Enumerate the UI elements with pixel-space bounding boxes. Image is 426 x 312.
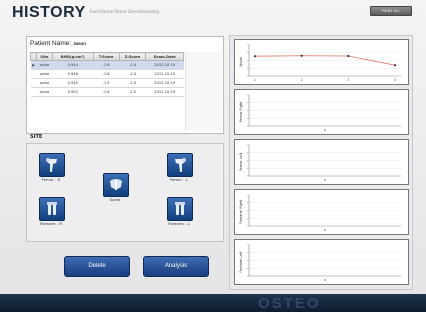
femur-right-label: Femur - R — [41, 177, 61, 182]
chart-plot: 1 2 3 4 — [247, 44, 401, 82]
x-tick-marker — [324, 279, 326, 281]
table-row[interactable]: ▶ spine 0.944 -1.6 -1.4 2012-10-19 — [30, 60, 184, 70]
femur-bone-icon — [46, 158, 57, 172]
cell-z-score: -1.4 — [119, 78, 146, 88]
cell-bmd: 0.944 — [52, 60, 94, 70]
records-header-row: Site BMD(g/cm²) T-Score Z-Score Exam.Dat… — [30, 52, 184, 61]
spine-chart: Spine 1234 — [234, 39, 409, 85]
cell-exam-date: 2012-10-19 — [145, 69, 184, 79]
cell-t-score: -1.6 — [93, 87, 120, 97]
data-point — [300, 54, 303, 57]
chart-plot — [247, 194, 401, 231]
spine-label: Spine — [109, 197, 121, 202]
x-tick-label: 3 — [347, 78, 349, 82]
cell-z-score: -1.4 — [119, 60, 146, 70]
cell-bmd: 0.902 — [52, 87, 94, 97]
cell-site: spine — [36, 60, 53, 70]
column-z-score[interactable]: Z-Score — [118, 52, 147, 61]
table-row[interactable]: spine 0.902 -1.6 -1.5 2012-10-19 — [30, 87, 184, 97]
femur-right-chart: Femur Right — [234, 89, 409, 135]
chart-plot — [247, 94, 401, 131]
data-point — [347, 54, 350, 58]
cell-site: spine — [36, 78, 53, 88]
x-tick-label: 2 — [301, 78, 303, 82]
cell-bmd: 0.945 — [52, 78, 94, 88]
history-window: HISTORY Functional Bone Densitometry PRI… — [0, 0, 426, 312]
femur-left-button[interactable] — [167, 153, 193, 177]
cell-site: spine — [36, 69, 53, 79]
analysis-button[interactable]: Analysis — [143, 256, 209, 277]
forearm-right-label: Forearm - R — [39, 221, 63, 226]
femur-right-button[interactable] — [39, 153, 65, 177]
forearm-icon — [47, 202, 57, 215]
records-table: Site BMD(g/cm²) T-Score Z-Score Exam.Dat… — [30, 52, 184, 97]
forearm-left-button[interactable] — [167, 197, 193, 221]
x-tick-marker — [324, 229, 326, 231]
x-tick-marker — [324, 129, 326, 131]
title-bar: HISTORY Functional Bone Densitometry PRI… — [0, 0, 426, 26]
table-row[interactable]: spine 0.945 -1.5 -1.4 2012-10-19 — [30, 78, 184, 88]
app-title: HISTORY — [12, 4, 86, 21]
footer-brand: OSTEO — [258, 295, 321, 312]
cell-site: spine — [36, 87, 53, 97]
site-label: SITE — [30, 134, 43, 140]
forearm-left-label: Forearm - L — [168, 221, 190, 226]
column-t-score[interactable]: T-Score — [92, 52, 120, 61]
cell-exam-date: 2012-10-19 — [145, 78, 184, 88]
x-tick-label: 1 — [254, 78, 256, 82]
forearm-left-chart: Forearm Left — [234, 239, 409, 285]
data-point — [393, 64, 397, 67]
cell-bmd: 0.946 — [52, 69, 94, 79]
print-all-button[interactable]: PRINT ALL — [370, 6, 412, 16]
cell-t-score: -1.6 — [93, 69, 120, 79]
forearm-right-chart: Forearm Right — [234, 189, 409, 235]
cell-z-score: -1.4 — [119, 69, 146, 79]
patient-name-label: Patient Name: Jason — [30, 40, 86, 47]
cell-exam-date: 2012-10-19 — [145, 87, 184, 97]
x-tick-label: 4 — [394, 78, 396, 82]
chart-plot — [247, 144, 401, 181]
femur-left-chart: Femur Left — [234, 139, 409, 185]
femur-bone-icon — [175, 158, 186, 172]
cell-t-score: -1.5 — [93, 78, 120, 88]
chart-plot — [247, 244, 401, 281]
charts-panel: Spine 1234 Femur Right Femur Left Forear… — [229, 35, 413, 290]
delete-button[interactable]: Delete — [64, 256, 130, 277]
table-row[interactable]: spine 0.946 -1.6 -1.4 2012-10-19 — [30, 69, 184, 79]
cell-z-score: -1.5 — [119, 87, 146, 97]
patient-name-value: Jason — [73, 41, 86, 46]
femur-left-label: Femur - L — [170, 177, 188, 182]
site-panel: Femur - R Femur - L Spine Forearm - R Fo… — [26, 143, 224, 242]
app-subtitle: Functional Bone Densitometry — [90, 10, 160, 15]
column-exam-date[interactable]: Exam.Date — [145, 52, 184, 61]
forearm-right-button[interactable] — [39, 197, 65, 221]
patient-records-panel: Patient Name: Jason Site BMD(g/cm²) T-Sco… — [26, 36, 224, 134]
cell-exam-date: 2012-10-19 — [145, 60, 184, 70]
spine-button[interactable] — [103, 173, 129, 197]
footer-bar: OSTEO — [0, 294, 426, 312]
patient-name-caption: Patient Name: — [30, 40, 72, 47]
cell-t-score: -1.6 — [93, 60, 120, 70]
forearm-icon — [175, 202, 185, 215]
column-bmd[interactable]: BMD(g/cm²) — [51, 52, 94, 61]
data-point — [253, 55, 257, 58]
spine-icon — [110, 179, 122, 190]
x-tick-marker — [324, 179, 326, 181]
column-site[interactable]: Site — [36, 52, 53, 61]
table-empty-area — [185, 52, 222, 131]
